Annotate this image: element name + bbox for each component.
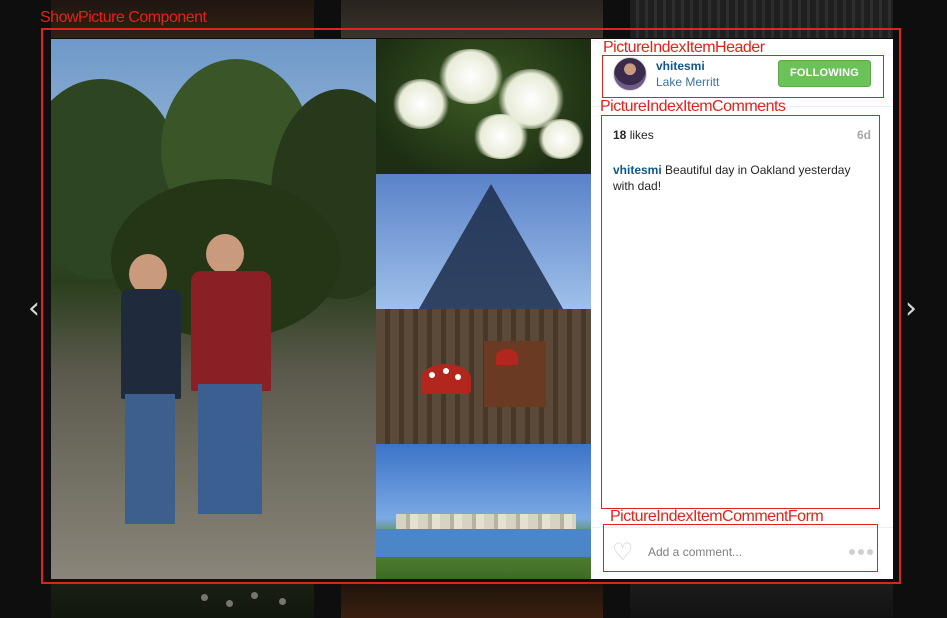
comments-annotation-box xyxy=(601,115,880,509)
comments-annotation-label: PictureIndexItemComments xyxy=(600,98,786,115)
chevron-right-icon[interactable]: › xyxy=(897,293,925,325)
header-annotation-box xyxy=(602,55,884,98)
comment-form-annotation-label: PictureIndexItemCommentForm xyxy=(610,508,824,525)
header-annotation-label: PictureIndexItemHeader xyxy=(603,39,765,56)
show-picture-annotation-label: ShowPicture Component xyxy=(40,9,207,26)
comment-form-annotation-box xyxy=(603,524,878,572)
